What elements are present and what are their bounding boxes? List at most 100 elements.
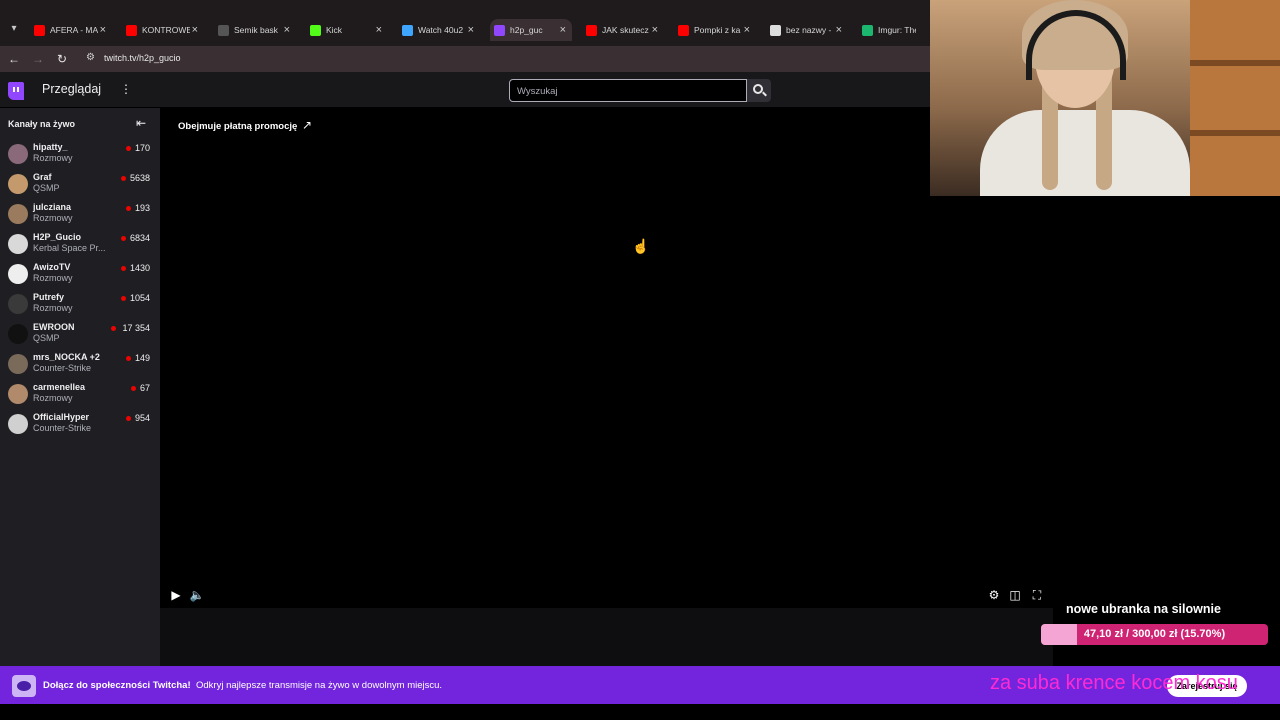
channel-name: Putrefy [33,292,65,302]
browser-tab[interactable]: KONTROWE × [122,19,204,41]
channel-name: AwizoTV [33,262,71,272]
tab-close-icon[interactable]: × [836,24,842,36]
browser-tab[interactable]: AFERA - MA × [30,19,112,41]
channel-game: Rozmowy [33,213,73,223]
channel-game: Rozmowy [33,153,73,163]
fullscreen-icon[interactable]: ⛶ [1029,587,1045,603]
browser-tab[interactable]: Imgur: The [858,19,930,41]
tab-favicon-icon [126,24,137,36]
reload-icon[interactable]: ↻ [54,51,70,67]
sidebar-channel[interactable]: Graf QSMP 5638 [0,170,160,200]
tab-label: h2p_guc [510,25,543,35]
banner-text: Odkryj najlepsze transmisje na żywo w do… [196,680,443,691]
search-input[interactable]: Wyszukaj [509,79,747,102]
sidebar-channel[interactable]: julcziana Rozmowy 193 [0,200,160,230]
sidebar-channel[interactable]: Putrefy Rozmowy 1054 [0,290,160,320]
channel-game: Rozmowy [33,303,73,313]
channel-avatar [8,204,28,224]
tab-close-icon[interactable]: × [744,24,750,36]
viewer-count: 6834 [129,233,150,243]
browser-tab[interactable]: JAK skutecz × [582,19,664,41]
tab-favicon-icon [218,24,229,36]
forward-icon[interactable]: → [30,51,46,67]
sidebar-channel[interactable]: H2P_Gucio Kerbal Space Pr... 6834 [0,230,160,260]
mouse-cursor-icon: ☝ [632,238,650,254]
channel-avatar [8,264,28,284]
channel-name: hipatty_ [33,142,68,152]
live-dot-icon [121,266,126,271]
channel-name: OfficialHyper [33,412,90,422]
video-player[interactable]: Obejmuje płatną promocję ↗ ☝ ▶ 🔈 ⚙ ◫ ⛶ [160,108,1053,608]
tab-close-icon[interactable]: × [560,24,566,36]
tab-favicon-icon [770,24,781,36]
collapse-sidebar-icon[interactable]: ⇤ [136,116,146,130]
viewer-count: 67 [139,383,150,393]
sidebar-channel[interactable]: EWROON QSMP 17 354 [0,320,160,350]
sidebar-channel[interactable]: OfficialHyper Counter-Strike 954 [0,410,160,440]
theatre-mode-icon[interactable]: ◫ [1007,587,1023,603]
sidebar-channel[interactable]: mrs_NOCKA +2 Counter-Strike 149 [0,350,160,380]
sidebar-channel[interactable]: AwizoTV Rozmowy 1430 [0,260,160,290]
settings-icon[interactable]: ⚙ [986,587,1002,603]
tab-close-icon[interactable]: × [284,24,290,36]
browser-tab[interactable]: Pompki z ka × [674,19,756,41]
browser-tab[interactable]: h2p_guc × [490,19,572,41]
goal-progress-text: 47,10 zł / 300,00 zł (15.70%) [1083,628,1226,640]
channel-name: julcziana [33,202,72,212]
browser-tab[interactable]: bez nazwy - × [766,19,848,41]
viewer-count: 149 [134,353,150,363]
external-arrow-icon: ↗ [302,118,313,132]
volume-icon[interactable]: 🔈 [189,587,205,603]
tab-close-icon[interactable]: × [376,24,382,36]
back-icon[interactable]: ← [6,51,22,67]
viewer-count: 193 [134,203,150,213]
tab-favicon-icon [402,24,413,36]
live-dot-icon [121,176,126,181]
live-dot-icon [126,206,131,211]
tab-close-icon[interactable]: × [652,24,658,36]
tab-label: Watch 40u2 [418,25,464,35]
search-button[interactable] [747,79,771,102]
stream-ticker-text: za suba krence kocem kosu [990,672,1238,694]
live-dot-icon [126,146,131,151]
sidebar-channel[interactable]: hipatty_ Rozmowy 170 [0,140,160,170]
play-icon[interactable]: ▶ [168,587,184,603]
browser-tab[interactable]: Watch 40u2 × [398,19,480,41]
channel-avatar [8,414,28,434]
tab-favicon-icon [494,24,505,36]
bottom-strip [0,704,1280,720]
viewer-count: 1054 [129,293,150,303]
browser-tab[interactable]: Semik bask × [214,19,296,41]
browse-link[interactable]: Przeglądaj [42,82,101,96]
viewer-count: 170 [134,143,150,153]
tab-list-chevron-icon[interactable]: ▾ [6,21,22,37]
browser-tab[interactable]: Kick × [306,19,388,41]
sidebar-title: Kanały na żywo [8,119,76,129]
tab-favicon-icon [310,24,321,36]
channel-game: Kerbal Space Pr... [33,243,106,253]
sidebar-channel[interactable]: carmenellea Rozmowy 67 [0,380,160,410]
site-info-icon[interactable]: ⚙ [86,52,95,63]
tab-close-icon[interactable]: × [100,24,106,36]
url-text[interactable]: twitch.tv/h2p_gucio [104,53,181,63]
channel-avatar [8,354,28,374]
twitch-logo-icon[interactable] [8,82,24,100]
channel-game: Rozmowy [33,393,73,403]
tab-label: Pompki z ka [694,25,741,35]
live-dot-icon [111,326,116,331]
more-menu-icon[interactable]: ⋮ [120,82,132,96]
channel-name: carmenellea [33,382,86,392]
viewer-count: 1430 [129,263,150,273]
banner-headline: Dołącz do społeczności Twitcha! [43,680,191,691]
channel-avatar [8,234,28,254]
live-dot-icon [126,356,131,361]
channel-game: Counter-Strike [33,423,92,433]
live-dot-icon [126,416,131,421]
channel-game: QSMP [33,183,60,193]
tab-close-icon[interactable]: × [192,24,198,36]
channel-avatar [8,324,28,344]
channel-avatar [8,384,28,404]
live-dot-icon [131,386,136,391]
viewer-count: 17 354 [122,323,150,333]
tab-close-icon[interactable]: × [468,24,474,36]
